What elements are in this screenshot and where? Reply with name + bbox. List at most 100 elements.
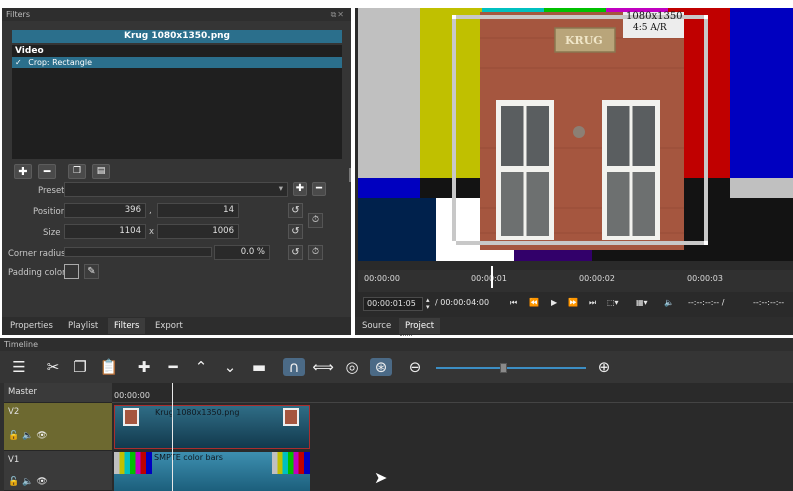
tab-project[interactable]: Project [399,318,441,334]
save-preset-button[interactable]: ✚ [293,182,307,196]
tab-export[interactable]: Export [149,318,189,334]
zoom-out-icon[interactable]: ⊖ [404,358,426,376]
track-header-v2[interactable]: V2 🔓🔈👁 [4,403,112,451]
remove-filter-button[interactable]: ━ [38,164,56,179]
skip-previous-icon[interactable]: ⏮ [510,298,517,308]
grid-icon[interactable]: ▦▾ [636,298,648,307]
corner-radius-slider[interactable] [64,247,212,257]
cut-icon[interactable]: ✂ [42,358,64,376]
tab-source[interactable]: Source [356,318,398,334]
filter-list[interactable]: Video ✓ Crop: Rectangle [12,45,342,159]
zoom-slider[interactable] [436,363,586,373]
lift-icon[interactable]: ⌃ [190,358,212,376]
overlay-text-2: 4:5 A/R [633,23,667,33]
video-preview[interactable]: KRUG 1080x1350 4:5 A/R [358,8,793,261]
tab-playlist[interactable]: Playlist [62,318,105,334]
size-height-input[interactable]: 1006 [157,224,239,239]
reset-icon[interactable]: ↺ [288,245,303,260]
lock-mute-hide-icons[interactable]: 🔓🔈👁 [8,477,51,487]
corner-radius-input[interactable]: 0.0 % [214,245,270,260]
playhead-marker[interactable] [491,266,493,288]
keyframe-stopwatch-icon[interactable]: ⏱ [308,213,323,228]
timeline-title: Timeline [0,338,793,351]
reset-icon[interactable]: ↺ [288,224,303,239]
clip-thumbnail [123,408,139,426]
timeline-ruler[interactable]: 00:00:00 [112,383,793,403]
dock-grip[interactable] [400,335,412,338]
tab-properties[interactable]: Properties [4,318,59,334]
paste-icon[interactable]: 📋 [98,358,120,376]
track-header-master[interactable]: Master [4,383,112,403]
scrub-icon[interactable]: ⟺ [312,358,334,376]
zoom-in-icon[interactable]: ⊕ [593,358,615,376]
filter-group-video: Video [15,46,44,56]
zoom-icon[interactable]: ⬚▾ [607,298,619,307]
size-separator: x [149,227,155,237]
dock-buttons[interactable]: ⧉✕ [331,10,345,20]
color-picker-icon[interactable]: ✎ [84,264,99,279]
split-icon[interactable]: ▬ [248,358,270,376]
position-y-input[interactable]: 14 [157,203,239,218]
volume-icon[interactable]: 🔈 [664,298,674,307]
in-point-field[interactable]: --:--:--:-- / [688,298,724,307]
transport-bar: 00:00:01:05 ▴ ▾ / 00:00:04:00 ⏮ ⏪ ▶ ⏩ ⏭ ⬚… [358,295,793,313]
filter-item-crop-rectangle[interactable]: ✓ Crop: Rectangle [12,57,342,68]
timeline-playhead[interactable] [172,383,173,491]
ruler-tick-label: 00:00:01 [471,274,507,283]
filters-panel: Filters ⧉✕ Krug 1080x1350.png Video ✓ Cr… [2,8,351,335]
menu-icon[interactable]: ☰ [8,358,30,376]
player-tabs: Source Project [355,317,793,335]
ripple-all-icon[interactable]: ⊛ [370,358,392,376]
remove-icon[interactable]: ━ [162,358,184,376]
overlay-text-1: 1080x1350 [626,11,683,22]
position-label: Position [33,207,67,217]
track-headers: Master V2 🔓🔈👁 V1 🔓🔈👁 [4,383,112,491]
position-x-input[interactable]: 396 [64,203,146,218]
keyframe-stopwatch-icon[interactable]: ⏱ [308,245,323,260]
padding-color-label: Padding color [8,268,66,278]
ruler-tick-label: 00:00:03 [687,274,723,283]
play-icon[interactable]: ▶ [551,298,557,307]
filter-item-label: Crop: Rectangle [28,58,93,67]
left-dock-tabs: Properties Playlist Filters Export [2,317,351,335]
player-panel: KRUG 1080x1350 4:5 A/R 00:00:00 00:00:01… [355,8,793,335]
clip-smpte-bars[interactable]: SMPTE color bars [114,452,310,491]
skip-next-icon[interactable]: ⏭ [589,298,596,308]
track-header-v1[interactable]: V1 🔓🔈👁 [4,451,112,491]
tab-filters[interactable]: Filters [108,318,146,334]
check-icon[interactable]: ✓ [15,58,22,67]
out-point-field[interactable]: --:--:--:-- [753,298,784,307]
append-icon[interactable]: ✚ [133,358,155,376]
preset-select[interactable]: ▾ [64,182,288,197]
player-time-ruler[interactable]: 00:00:00 00:00:01 00:00:02 00:00:03 [358,266,793,292]
overwrite-icon[interactable]: ⌄ [219,358,241,376]
lock-mute-hide-icons[interactable]: 🔓🔈👁 [8,431,51,441]
delete-preset-button[interactable]: ━ [312,182,326,196]
fast-forward-icon[interactable]: ⏩ [568,298,578,307]
preset-label: Preset [38,186,65,196]
snap-magnet-icon[interactable]: ∩ [283,358,305,376]
time-spinner-icon[interactable]: ▴ ▾ [426,297,430,311]
zoom-slider-handle[interactable] [500,363,507,373]
size-label: Size [43,228,61,238]
rewind-icon[interactable]: ⏪ [529,298,539,307]
clip-thumbnail [283,408,299,426]
clip-thumbnail [272,452,310,474]
clip-krug[interactable]: Krug 1080x1350.png [114,405,310,449]
ruler-tick-label: 00:00:02 [579,274,615,283]
paste-filters-button[interactable]: ▤ [92,164,110,179]
track-name: V1 [8,455,20,465]
timeline-tracks[interactable]: 00:00:00 Krug 1080x1350.png SMPTE color … [112,383,793,491]
reset-icon[interactable]: ↺ [288,203,303,218]
position-separator: , [149,206,152,216]
size-width-input[interactable]: 1104 [64,224,146,239]
panel-splitter[interactable] [349,168,351,182]
ripple-icon[interactable]: ◎ [341,358,363,376]
copy-icon[interactable]: ❐ [69,358,91,376]
copy-filters-button[interactable]: ❐ [68,164,86,179]
padding-color-swatch[interactable] [64,264,79,279]
corner-radius-label: Corner radius [8,249,66,259]
add-filter-button[interactable]: ✚ [14,164,32,179]
current-time-field[interactable]: 00:00:01:05 [363,297,423,311]
clip-thumbnail [114,452,152,474]
